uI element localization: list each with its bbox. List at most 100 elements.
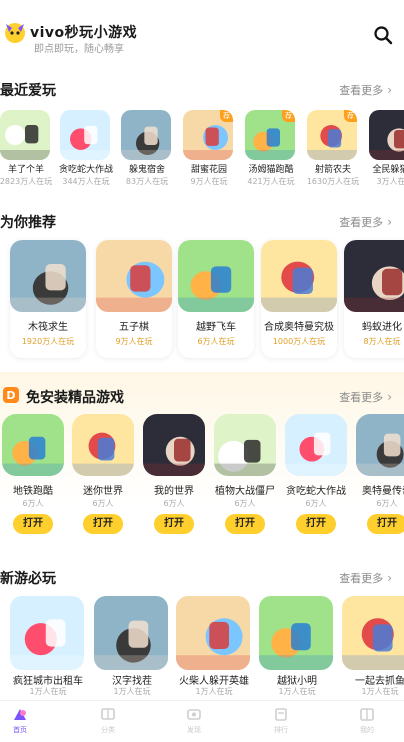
new-game-item[interactable]: 疯狂城市出租车 1万人在玩	[10, 596, 86, 700]
game-name: 木筏求生	[28, 322, 68, 333]
game-thumbnail	[10, 596, 84, 670]
open-button[interactable]: 打开	[13, 514, 53, 534]
nav-item-0[interactable]: 首页	[0, 705, 40, 741]
rank-icon	[275, 708, 287, 721]
nav-label: 首页	[13, 726, 27, 734]
game-name: 蚂蚁进化	[362, 322, 402, 333]
game-name: 合成奥特曼究极	[264, 322, 334, 333]
open-button[interactable]: 打开	[225, 514, 265, 534]
game-thumbnail	[214, 414, 276, 476]
play-count: 8万人在玩	[363, 337, 401, 346]
play-count: 6万人	[376, 499, 398, 508]
free-game-item[interactable]: 地铁跑酷 6万人打开	[2, 414, 66, 540]
game-name: 火柴人躲开英雄	[179, 676, 249, 687]
more-link-label: 查看更多	[339, 216, 384, 229]
open-button[interactable]: 打开	[154, 514, 194, 534]
game-thumbnail	[176, 596, 250, 670]
category-icon	[101, 708, 115, 720]
more-link-recommend[interactable]: 查看更多 ›	[339, 214, 392, 230]
free-game-item[interactable]: 奥特曼传奇 6万人打开	[356, 414, 404, 540]
nav-item-1[interactable]: 分类	[88, 705, 128, 741]
free-game-item[interactable]: 迷你世界 6万人 打开	[72, 414, 136, 540]
recent-game-item[interactable]: 全民躲猫猫 3万人在玩	[369, 110, 404, 188]
section-title-new: 新游必玩	[0, 571, 56, 587]
app-header: vivo秒玩小游戏 即点即玩，随心畅享	[0, 0, 404, 62]
more-link-free[interactable]: 查看更多 ›	[339, 389, 392, 405]
game-thumbnail	[121, 110, 171, 160]
game-thumbnail	[369, 110, 404, 160]
game-thumbnail: 荐	[245, 110, 295, 160]
nav-item-2[interactable]: 发现	[174, 705, 214, 741]
nav-label: 分类	[101, 726, 115, 734]
more-link-new[interactable]: 查看更多 ›	[339, 570, 392, 586]
game-name: 迷你世界	[83, 486, 123, 497]
chevron-right-icon: ›	[387, 390, 392, 404]
game-name: 汉字找茬	[112, 676, 152, 687]
play-count: 6万人	[163, 499, 185, 508]
game-name: 汤姆猫跑酷	[248, 165, 294, 175]
play-count: 2823万人在玩	[0, 177, 53, 186]
recommend-tag: 荐	[282, 110, 295, 122]
game-thumbnail	[2, 414, 64, 476]
recent-game-item[interactable]: 荐汤姆猫跑酷 421万人在玩	[245, 110, 297, 188]
game-thumbnail: 荐	[183, 110, 233, 160]
nav-item-4[interactable]: 我的	[347, 705, 387, 741]
game-thumbnail	[96, 240, 172, 312]
game-name: 越狱小明	[277, 676, 317, 687]
game-thumbnail	[342, 596, 404, 670]
game-thumbnail: 荐	[307, 110, 357, 160]
play-count: 1000万人在玩	[272, 337, 326, 346]
app-logo-icon	[5, 23, 25, 43]
recommend-game-card[interactable]: 蚂蚁进化 8万人在玩	[344, 240, 404, 358]
play-count: 9万人在玩	[190, 177, 228, 186]
free-game-item[interactable]: 植物大战僵尸 6万人 打开	[214, 414, 278, 540]
game-name: 地铁跑酷	[13, 486, 53, 497]
nav-label: 我的	[360, 726, 374, 734]
more-link-recent[interactable]: 查看更多 ›	[339, 82, 392, 98]
play-count: 6万人	[305, 499, 327, 508]
game-thumbnail	[344, 240, 404, 312]
recent-game-item[interactable]: 贪吃蛇大作战 344万人在玩	[59, 110, 113, 188]
recent-game-item[interactable]: 荐射箭农夫 1630万人在玩	[307, 110, 359, 188]
game-thumbnail	[259, 596, 333, 670]
play-count: 1万人在玩	[278, 687, 316, 696]
recent-game-item[interactable]: 羊了个羊 2823万人在玩	[0, 110, 52, 188]
game-name: 我的世界	[154, 486, 194, 497]
recommend-game-card[interactable]: 五子棋 9万人在玩	[96, 240, 172, 358]
recommend-game-card[interactable]: 合成奥特曼究极 1000万人在玩	[261, 240, 337, 358]
recent-game-item[interactable]: 荐甜蜜花园 9万人在玩	[183, 110, 235, 188]
game-thumbnail	[261, 240, 337, 312]
play-count: 83万人在玩	[125, 177, 169, 186]
section-title-recommend: 为你推荐	[0, 215, 56, 231]
play-count: 1万人在玩	[113, 687, 151, 696]
nav-item-3[interactable]: 排行	[261, 705, 301, 741]
recommend-game-card[interactable]: 木筏求生 1920万人在玩	[10, 240, 86, 358]
section-title-free: 免安装精品游戏	[26, 390, 124, 406]
play-count: 6万人	[234, 499, 256, 508]
open-button[interactable]: 打开	[296, 514, 336, 534]
free-game-item[interactable]: 我的世界 6万人打开	[143, 414, 207, 540]
free-game-item[interactable]: 贪吃蛇大作战 6万人 打开	[285, 414, 349, 540]
new-game-item[interactable]: 一起去抓鱼 1万人在玩	[342, 596, 404, 700]
open-button[interactable]: 打开	[83, 514, 123, 534]
open-button[interactable]: 打开	[367, 514, 404, 534]
new-game-item[interactable]: 汉字找茬 1万人在玩	[94, 596, 170, 700]
search-icon[interactable]	[372, 24, 394, 46]
play-count: 6万人	[22, 499, 44, 508]
chevron-right-icon: ›	[387, 571, 392, 585]
recent-game-item[interactable]: 躲鬼宿舍 83万人在玩	[121, 110, 173, 188]
new-game-item[interactable]: 火柴人躲开英雄 1万人在玩	[176, 596, 252, 700]
nav-label: 排行	[274, 726, 288, 734]
game-thumbnail	[10, 240, 86, 312]
play-count: 1630万人在玩	[306, 177, 360, 186]
recommend-game-card[interactable]: 越野飞车 6万人在玩	[178, 240, 254, 358]
play-count: 3万人在玩	[376, 177, 404, 186]
game-thumbnail	[94, 596, 168, 670]
new-game-item[interactable]: 越狱小明 1万人在玩	[259, 596, 335, 700]
chevron-right-icon: ›	[387, 83, 392, 97]
play-count: 1920万人在玩	[21, 337, 75, 346]
section-title-recent: 最近爱玩	[0, 83, 56, 99]
game-name: 羊了个羊	[7, 165, 44, 175]
game-thumbnail	[0, 110, 50, 160]
profile-icon	[360, 708, 374, 721]
